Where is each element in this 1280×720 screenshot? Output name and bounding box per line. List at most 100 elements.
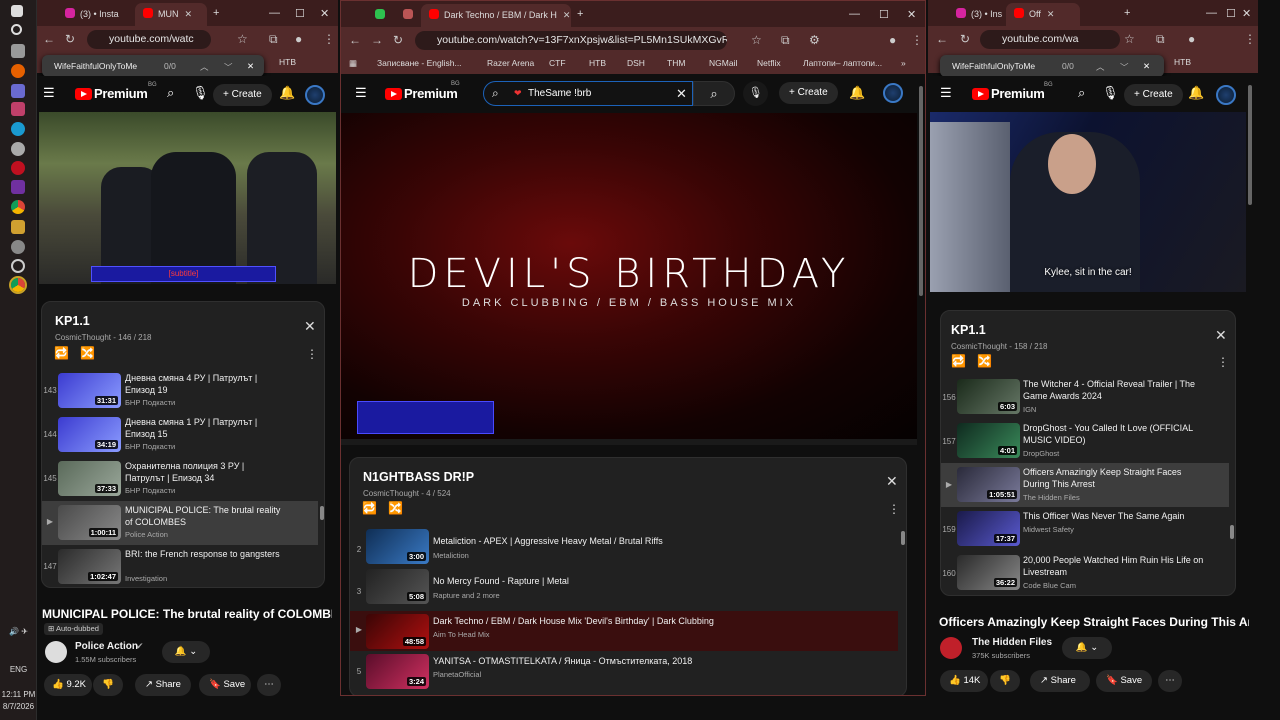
- share-button[interactable]: ↗ Share: [135, 674, 191, 696]
- list-item[interactable]: 143 31:31 Дневна смяна 4 РУ | Патрулът |…: [42, 369, 318, 413]
- url-field[interactable]: youtube.com/wa: [980, 30, 1120, 49]
- clock-date[interactable]: 8/7/2026: [0, 702, 37, 711]
- channel-avatar[interactable]: [45, 641, 67, 663]
- maximize-icon[interactable]: ☐: [1226, 7, 1236, 20]
- bookmark-star-icon[interactable]: ☆: [751, 33, 762, 47]
- playlist-title[interactable]: KP1.1: [55, 314, 90, 328]
- channel-name[interactable]: Police Action: [75, 641, 138, 652]
- bookmark-item[interactable]: HTB: [589, 58, 606, 68]
- language-indicator[interactable]: ENG: [0, 665, 37, 674]
- reload-icon[interactable]: ↻: [65, 32, 75, 46]
- maximize-icon[interactable]: ☐: [295, 7, 305, 20]
- windows-start-icon[interactable]: [11, 5, 23, 17]
- video-player[interactable]: DEVIL'S BIRTHDAY DARK CLUBBING / EBM / B…: [341, 113, 917, 439]
- list-item-current[interactable]: ▶ 48:58 Dark Techno / EBM / Dark House M…: [350, 611, 898, 651]
- list-item[interactable]: 157 4:01 DropGhost - You Called It Love …: [941, 419, 1229, 463]
- tab-youtube[interactable]: Off ✕: [1006, 3, 1080, 26]
- menu-dots-icon[interactable]: ⋮: [1244, 32, 1256, 46]
- youtube-logo-icon[interactable]: [75, 88, 92, 100]
- shuffle-icon[interactable]: 🔀: [80, 346, 95, 360]
- extensions-icon[interactable]: ⧉: [1156, 32, 1165, 47]
- list-item-current[interactable]: ▶ 1:05:51 Officers Amazingly Keep Straig…: [941, 463, 1229, 507]
- scrollbar[interactable]: [320, 506, 324, 520]
- profile-icon[interactable]: ●: [1188, 32, 1195, 46]
- close-window-icon[interactable]: ✕: [907, 8, 916, 21]
- close-tab-icon[interactable]: ✕: [563, 10, 571, 20]
- new-tab-icon[interactable]: +: [213, 7, 219, 19]
- like-button[interactable]: 👍 9.2K: [44, 674, 92, 696]
- list-item[interactable]: 159 17:37 This Officer Was Never The Sam…: [941, 507, 1229, 551]
- find-prev-icon[interactable]: ︿: [200, 61, 209, 73]
- notifications-bell-icon[interactable]: 🔔: [1188, 85, 1204, 101]
- video-player[interactable]: Kylee, sit in the car!: [930, 112, 1246, 292]
- bookmark-item[interactable]: Razer Arena: [487, 58, 534, 68]
- like-button[interactable]: 👍 14K: [940, 670, 988, 692]
- tab-youtube[interactable]: Dark Techno / EBM / Dark H ✕: [421, 4, 571, 27]
- profile-icon[interactable]: ●: [295, 32, 302, 46]
- create-button[interactable]: + Create: [1124, 84, 1183, 106]
- close-window-icon[interactable]: ✕: [1242, 7, 1251, 20]
- dislike-button[interactable]: 👎: [990, 670, 1020, 692]
- chrome-icon[interactable]: [11, 200, 25, 214]
- list-item[interactable]: 156 6:03 The Witcher 4 - Official Reveal…: [941, 375, 1229, 419]
- new-tab-icon[interactable]: +: [1124, 7, 1130, 19]
- clock-app-icon[interactable]: [11, 259, 25, 273]
- save-button[interactable]: 🔖 Save: [199, 674, 251, 696]
- tab-instagram[interactable]: (3) • Insta: [57, 3, 135, 26]
- bookmark-item[interactable]: Записване - English...: [377, 58, 462, 68]
- youtube-logo-icon[interactable]: [972, 88, 989, 100]
- tab-youtube[interactable]: MUN ✕: [135, 3, 207, 26]
- create-button[interactable]: + Create: [213, 84, 272, 106]
- tab-instagram[interactable]: (3) • Ins: [948, 3, 1006, 26]
- loop-icon[interactable]: 🔁: [951, 354, 966, 368]
- microphone-icon[interactable]: 🎙: [192, 85, 209, 101]
- channel-avatar[interactable]: [940, 637, 962, 659]
- url-field[interactable]: youtube.com/watc: [87, 30, 211, 49]
- loop-icon[interactable]: 🔁: [362, 501, 377, 515]
- close-tab-icon[interactable]: ✕: [185, 9, 193, 19]
- create-button[interactable]: + Create: [779, 82, 838, 104]
- list-item[interactable]: 2 3:00 Metaliction - APEX | Aggressive H…: [350, 521, 898, 564]
- notifications-button[interactable]: 🔔 ⌄: [1062, 637, 1112, 659]
- dislike-button[interactable]: 👎: [93, 674, 123, 696]
- bookmark-item[interactable]: Netflix: [757, 58, 781, 68]
- scrollbar[interactable]: [901, 531, 905, 545]
- save-button[interactable]: 🔖 Save: [1096, 670, 1152, 692]
- loop-icon[interactable]: 🔁: [54, 346, 69, 360]
- bookmark-htb[interactable]: HTB: [279, 57, 296, 67]
- photos-icon[interactable]: [11, 102, 25, 116]
- url-field[interactable]: youtube.com/watch?v=13F7xnXpsjw&list=PL5…: [415, 31, 727, 50]
- find-close-icon[interactable]: ✕: [1143, 61, 1150, 72]
- forward-icon[interactable]: →: [371, 33, 383, 47]
- channel-name[interactable]: The Hidden Files: [972, 637, 1052, 648]
- hamburger-menu-icon[interactable]: ☰: [355, 85, 367, 101]
- list-item[interactable]: 3 5:08 No Mercy Found - Rapture | Metal …: [350, 565, 898, 605]
- bookmark-item[interactable]: THM: [667, 58, 685, 68]
- brand-text[interactable]: Premium: [404, 86, 458, 101]
- menu-dots-icon[interactable]: ⋮: [323, 32, 335, 46]
- bookmark-item[interactable]: NGMail: [709, 58, 737, 68]
- close-icon[interactable]: ✕: [886, 473, 898, 490]
- hamburger-menu-icon[interactable]: ☰: [940, 85, 952, 101]
- extension-icon[interactable]: ⧉: [781, 33, 790, 48]
- menu-dots-icon[interactable]: ⋮: [911, 33, 923, 47]
- minimize-icon[interactable]: —: [1206, 7, 1217, 19]
- notifications-button[interactable]: 🔔 ⌄: [162, 641, 210, 663]
- microphone-icon[interactable]: 🎙: [743, 81, 768, 106]
- list-item[interactable]: 160 36:22 20,000 People Watched Him Ruin…: [941, 551, 1229, 595]
- tab-pinned-2[interactable]: [395, 4, 421, 27]
- list-item[interactable]: 144 34:19 Дневна смяна 1 РУ | Патрулът |…: [42, 413, 318, 457]
- tray-icons[interactable]: 🔊 ✈: [0, 627, 37, 636]
- profile-icon[interactable]: ●: [889, 33, 896, 47]
- more-actions-button[interactable]: ⋯: [1158, 670, 1182, 692]
- bookmark-htb[interactable]: HTB: [1174, 57, 1191, 67]
- notifications-bell-icon[interactable]: 🔔: [279, 85, 295, 101]
- microphone-icon[interactable]: 🎙: [1102, 85, 1119, 101]
- app2-icon[interactable]: [11, 220, 25, 234]
- brand-text[interactable]: Premium: [991, 86, 1045, 101]
- playlist-title[interactable]: N1GHTBASS DR!P: [363, 470, 474, 484]
- find-next-icon[interactable]: ﹀: [1120, 61, 1129, 73]
- avatar[interactable]: [1216, 85, 1236, 105]
- bookmarks-overflow-icon[interactable]: »: [901, 58, 906, 68]
- more-options-icon[interactable]: ⋮: [1217, 355, 1229, 369]
